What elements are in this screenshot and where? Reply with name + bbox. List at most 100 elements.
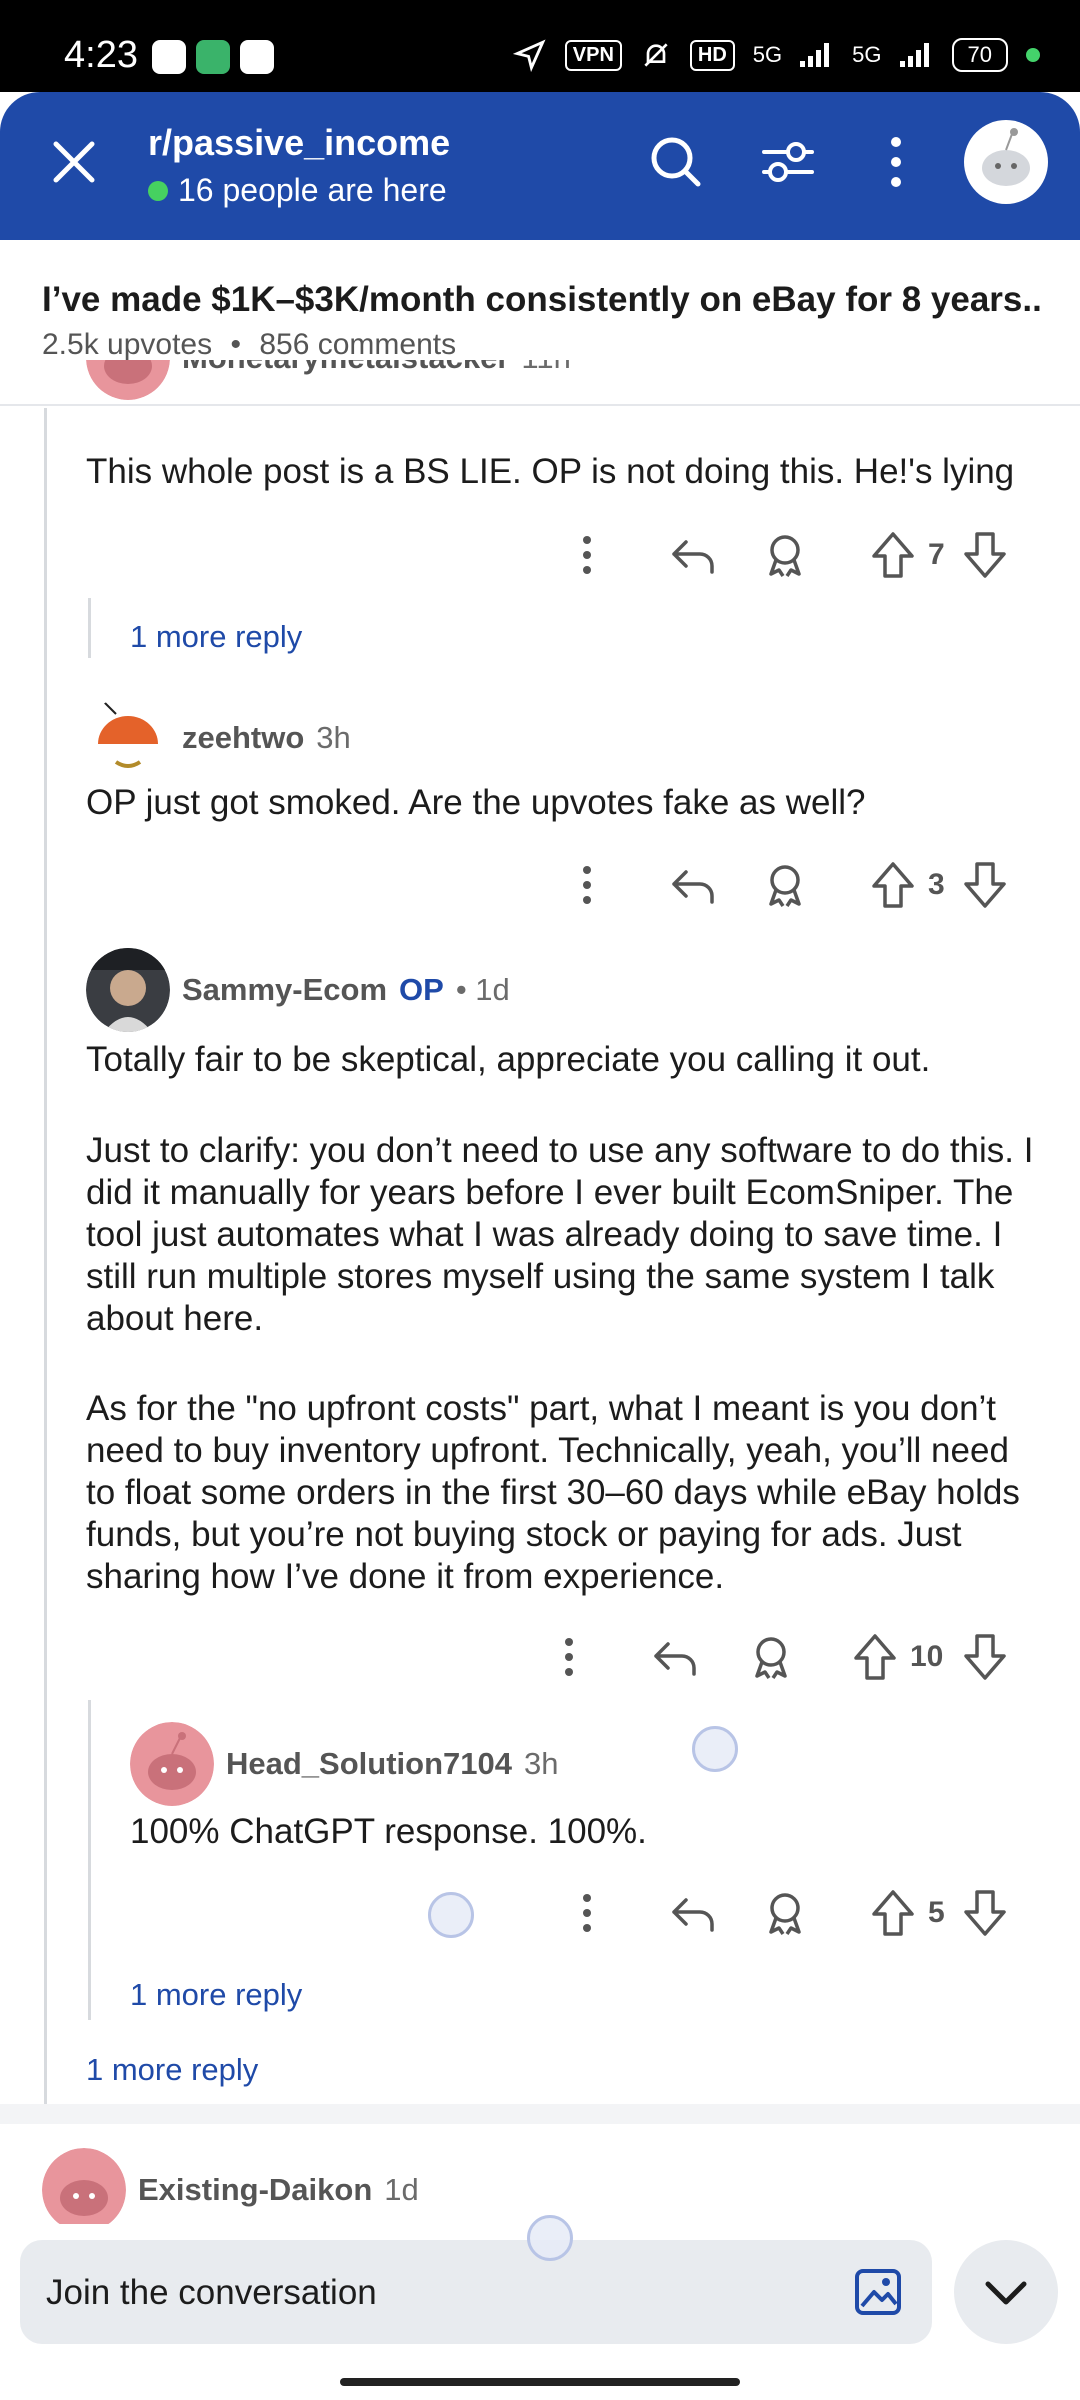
join-conversation-input[interactable]: Join the conversation xyxy=(20,2240,932,2344)
comment-time: 1d xyxy=(384,2172,419,2207)
more-options-icon[interactable] xyxy=(560,1886,614,1940)
comment-author[interactable]: Sammy-Ecom xyxy=(182,972,387,1008)
comment-author[interactable]: Head_Solution7104 xyxy=(226,1746,512,1782)
network-label-2: 5G xyxy=(852,42,882,67)
comment-header: Head_Solution7104 3h xyxy=(130,1722,558,1806)
upvote-count: 2.5k upvotes xyxy=(42,328,213,361)
collapse-button[interactable] xyxy=(954,2240,1058,2344)
online-count: 16 people are here xyxy=(148,172,447,209)
signal-icon xyxy=(800,43,830,67)
online-text: 16 people are here xyxy=(178,172,447,208)
comment-actions: 5 xyxy=(0,1886,1080,1946)
more-replies-link[interactable]: 1 more reply xyxy=(86,2052,258,2088)
app-notification-icon xyxy=(196,40,230,74)
avatar[interactable] xyxy=(86,948,170,1032)
touch-indicator xyxy=(692,1726,738,1772)
comment-paragraph: Totally fair to be skeptical, appreciate… xyxy=(86,1040,931,1079)
upvote-icon[interactable] xyxy=(866,528,920,582)
vpn-badge: VPN xyxy=(564,39,622,71)
comment-author[interactable]: Monetarymetalstacker xyxy=(182,360,509,376)
search-icon[interactable] xyxy=(644,130,708,194)
thread-line xyxy=(88,1700,91,2020)
chevron-down-icon xyxy=(985,2281,1027,2305)
comment-header: Existing-Daikon 1d xyxy=(42,2148,419,2232)
post-meta: 2.5k upvotes • 856 comments xyxy=(42,328,456,362)
app-notification-icon xyxy=(240,40,274,74)
meta-separator: • xyxy=(230,328,241,361)
comment-actions: 3 xyxy=(0,858,1080,918)
touch-indicator xyxy=(428,1892,474,1938)
avatar[interactable] xyxy=(42,2148,126,2232)
app-notification-icon xyxy=(152,40,186,74)
online-indicator xyxy=(148,180,168,201)
reply-icon[interactable] xyxy=(648,1630,702,1684)
subreddit-header: r/passive_income 16 people are here xyxy=(0,92,1080,240)
comment-time: 3h xyxy=(316,720,351,755)
upvote-icon[interactable] xyxy=(866,858,920,912)
bell-muted-icon xyxy=(644,43,668,67)
comment-header: Sammy-Ecom OP • 1d xyxy=(86,948,510,1032)
thread-line xyxy=(88,598,91,658)
award-icon[interactable] xyxy=(758,528,812,582)
award-icon[interactable] xyxy=(758,1886,812,1940)
upvote-icon[interactable] xyxy=(866,1886,920,1940)
comment-body: 100% ChatGPT response. 100%. xyxy=(130,1812,647,1851)
post-title[interactable]: I’ve made $1K–$3K/month consistently on … xyxy=(42,280,1042,320)
subreddit-name[interactable]: r/passive_income xyxy=(148,122,450,164)
indicator-dot xyxy=(1026,48,1040,62)
reply-icon[interactable] xyxy=(666,528,720,582)
comment-paragraph: Just to clarify: you don’t need to use a… xyxy=(86,1131,1034,1338)
status-bar: 4:23 VPN HD 5G 5G 70 xyxy=(0,0,1080,92)
thread-line xyxy=(44,408,47,2108)
more-replies-link[interactable]: 1 more reply xyxy=(130,1977,302,2013)
upvote-icon[interactable] xyxy=(848,1630,902,1684)
touch-indicator xyxy=(527,2215,573,2261)
vote-count: 5 xyxy=(928,1896,945,1929)
comment-actions: 7 xyxy=(0,528,1080,588)
vote-count: 10 xyxy=(910,1640,944,1673)
comment-author[interactable]: zeehtwo xyxy=(182,720,304,756)
snoo-avatar-icon xyxy=(982,128,1030,186)
avatar[interactable] xyxy=(130,1722,214,1806)
close-icon[interactable] xyxy=(44,132,104,192)
award-icon[interactable] xyxy=(758,858,812,912)
location-icon xyxy=(512,39,546,72)
more-vertical-icon[interactable] xyxy=(864,130,928,194)
more-options-icon[interactable] xyxy=(560,528,614,582)
avatar[interactable] xyxy=(86,696,170,780)
avatar xyxy=(86,360,170,400)
downvote-icon[interactable] xyxy=(958,1886,1012,1940)
filter-icon[interactable] xyxy=(756,130,820,194)
downvote-icon[interactable] xyxy=(958,858,1012,912)
status-time: 4:23 xyxy=(64,34,138,76)
user-avatar[interactable] xyxy=(964,120,1048,204)
comment-body: OP just got smoked. Are the upvotes fake… xyxy=(86,783,866,822)
image-icon[interactable] xyxy=(852,2266,904,2318)
comment-body: This whole post is a BS LIE. OP is not d… xyxy=(86,452,1015,491)
vote-count: 7 xyxy=(928,538,945,571)
comment-header-clipped: Monetarymetalstacker 11h xyxy=(86,360,1046,408)
comment-divider xyxy=(0,2104,1080,2124)
comment-header: zeehtwo 3h xyxy=(86,696,351,780)
award-icon[interactable] xyxy=(744,1630,798,1684)
join-conversation-placeholder: Join the conversation xyxy=(46,2273,377,2312)
home-indicator[interactable] xyxy=(340,2378,740,2386)
more-replies-link[interactable]: 1 more reply xyxy=(130,619,302,655)
comment-time: 11h xyxy=(521,360,570,376)
comment-time: 3h xyxy=(523,1746,559,1781)
comment-paragraph: As for the "no upfront costs" part, what… xyxy=(86,1389,1020,1596)
more-options-icon[interactable] xyxy=(542,1630,596,1684)
comment-author[interactable]: Existing-Daikon xyxy=(138,2172,372,2208)
reply-icon[interactable] xyxy=(666,858,720,912)
more-options-icon[interactable] xyxy=(560,858,614,912)
downvote-icon[interactable] xyxy=(958,528,1012,582)
network-label: 5G xyxy=(752,42,783,67)
reply-icon[interactable] xyxy=(666,1886,720,1940)
battery-level: 70 xyxy=(951,38,1008,72)
comment-time: • 1d xyxy=(455,972,510,1007)
signal-icon xyxy=(899,43,929,67)
comment-actions: 10 xyxy=(0,1630,1080,1690)
downvote-icon[interactable] xyxy=(958,1630,1012,1684)
comment-count: 856 comments xyxy=(259,328,457,361)
vote-count: 3 xyxy=(928,868,945,901)
